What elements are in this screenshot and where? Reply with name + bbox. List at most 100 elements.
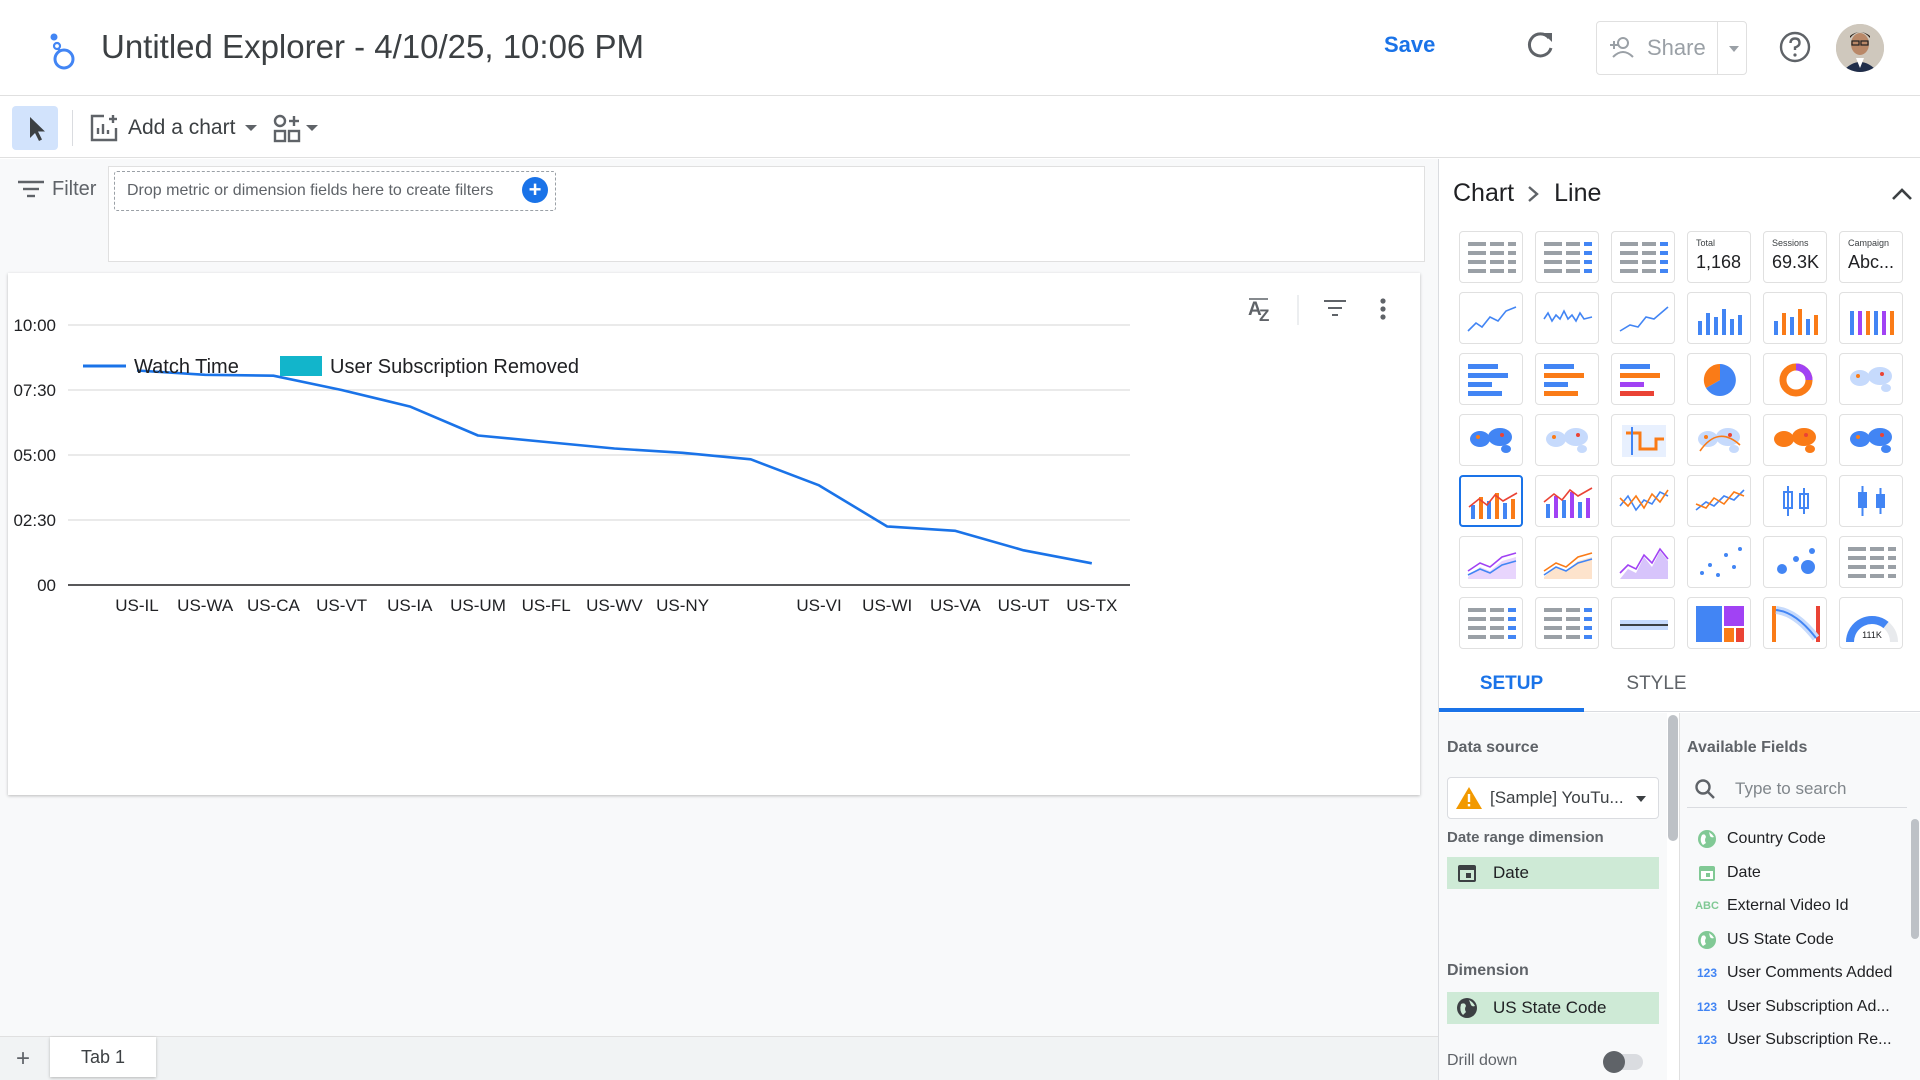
field-item[interactable]: 123 User Subscription Re...	[1687, 1025, 1917, 1055]
chart-type-option[interactable]	[1611, 536, 1675, 588]
field-search-input[interactable]: Type to search	[1687, 770, 1907, 808]
select-tool-button[interactable]	[12, 106, 58, 150]
looker-studio-logo-icon[interactable]	[44, 28, 80, 72]
chart-type-option[interactable]	[1535, 353, 1599, 405]
cursor-icon	[30, 117, 45, 141]
chart-type-picker: Total 1,168 Sessions 69.3K Campaign Abc... 111…	[1459, 231, 1919, 651]
chart-type-option[interactable]	[1459, 536, 1523, 588]
chart-type-option[interactable]: Sessions 69.3K	[1763, 231, 1827, 283]
chart-type-option[interactable]	[1611, 475, 1675, 527]
chart-type-option[interactable]	[1687, 292, 1751, 344]
chart-type-option[interactable]	[1611, 292, 1675, 344]
add-control-button[interactable]	[272, 110, 320, 146]
date-range-chip[interactable]: Date	[1447, 857, 1659, 889]
chart-type-option[interactable]	[1839, 414, 1903, 466]
refresh-icon[interactable]	[1522, 28, 1558, 64]
field-item[interactable]: 123 User Comments Added	[1687, 958, 1917, 988]
toolbar: Add a chart	[0, 96, 1920, 158]
chevron-right-icon	[1528, 185, 1539, 202]
filter-button[interactable]: Filter	[16, 177, 96, 201]
more-vert-icon[interactable]	[1380, 298, 1386, 320]
chart-type-option[interactable]	[1763, 292, 1827, 344]
filter-drop-zone[interactable]: Drop metric or dimension fields here to …	[114, 171, 556, 211]
chart-type-option[interactable]	[1459, 231, 1523, 283]
chart-filter-icon[interactable]	[1324, 300, 1346, 316]
chart-type-option[interactable]	[1763, 475, 1827, 527]
line-chart-card[interactable]: 10:00 07:30 05:00 02:30 00 US-IL US-WA US-CA US…	[8, 273, 1420, 795]
chevron-down-icon[interactable]	[1727, 44, 1741, 54]
report-title[interactable]: Untitled Explorer - 4/10/25, 10:06 PM	[101, 28, 644, 66]
sort-icon[interactable]: A Z	[1248, 298, 1269, 325]
chart-type-option[interactable]	[1535, 292, 1599, 344]
chart-type-option[interactable]	[1459, 292, 1523, 344]
date-field-icon	[1687, 862, 1727, 884]
chart-type-option[interactable]: Campaign Abc...	[1839, 231, 1903, 283]
share-button[interactable]: Share	[1596, 21, 1747, 75]
field-item[interactable]: 123 User Subscription Ad...	[1687, 992, 1917, 1022]
chart-type-option[interactable]	[1535, 231, 1599, 283]
chart-type-option[interactable]	[1687, 353, 1751, 405]
chart-type-option[interactable]	[1611, 597, 1675, 649]
chart-type-option[interactable]	[1839, 536, 1903, 588]
drill-down-toggle-knob[interactable]	[1603, 1051, 1625, 1073]
chart-type-option[interactable]	[1611, 414, 1675, 466]
tab-style[interactable]: STYLE	[1584, 656, 1729, 712]
scorecard-label: Sessions	[1772, 238, 1809, 248]
chart-type-option[interactable]	[1763, 597, 1827, 649]
filter-label: Filter	[52, 177, 97, 200]
avatar[interactable]	[1836, 24, 1884, 72]
field-name: Country Code	[1727, 830, 1826, 847]
chart-type-option[interactable]	[1687, 475, 1751, 527]
chart-type-option[interactable]	[1763, 414, 1827, 466]
chart-type-option-selected[interactable]	[1459, 475, 1523, 527]
chart-type-option[interactable]	[1763, 536, 1827, 588]
chart-type-option[interactable]	[1459, 597, 1523, 649]
x-tick-label: US-UM	[450, 596, 506, 615]
series-line-watch-time	[136, 369, 1093, 565]
chart-type-option[interactable]	[1459, 414, 1523, 466]
chevron-up-icon[interactable]	[1887, 179, 1917, 209]
dimension-label: Dimension	[1447, 962, 1529, 979]
setup-scrollbar[interactable]	[1668, 715, 1678, 841]
tab-setup[interactable]: SETUP	[1439, 656, 1584, 712]
chart-type-option[interactable]	[1839, 353, 1903, 405]
chart-type-option[interactable]	[1535, 597, 1599, 649]
chart-type-option[interactable]	[1687, 597, 1751, 649]
warning-icon	[1456, 787, 1482, 809]
chart-type-option[interactable]	[1459, 353, 1523, 405]
field-item[interactable]: ABC External Video Id	[1687, 891, 1917, 921]
field-item[interactable]: Country Code	[1687, 824, 1917, 854]
breadcrumb-root[interactable]: Chart	[1453, 179, 1514, 208]
save-button[interactable]: Save	[1384, 32, 1435, 58]
field-item[interactable]: Date	[1687, 858, 1917, 888]
data-source-select[interactable]: [Sample] YouTu...	[1447, 777, 1659, 819]
y-tick-label: 02:30	[13, 511, 56, 530]
x-tick-label: US-VI	[796, 596, 841, 615]
dimension-chip[interactable]: US State Code	[1447, 992, 1659, 1024]
chart-type-option[interactable]	[1763, 353, 1827, 405]
chart-type-option[interactable]	[1535, 536, 1599, 588]
fields-scrollbar[interactable]	[1911, 819, 1919, 939]
tab-page-1[interactable]: Tab 1	[50, 1037, 156, 1077]
chart-type-option[interactable]	[1687, 414, 1751, 466]
chart-type-option[interactable]: Total 1,168	[1687, 231, 1751, 283]
add-page-button[interactable]: +	[16, 1045, 30, 1073]
legend-swatch-subscription-removed	[280, 356, 322, 376]
x-tick-label: US-CA	[247, 596, 301, 615]
help-icon[interactable]	[1778, 30, 1812, 64]
scorecard-value: Abc...	[1848, 252, 1895, 272]
add-chart-button[interactable]: Add a chart	[88, 110, 259, 146]
chart-type-option[interactable]	[1839, 292, 1903, 344]
chart-type-option[interactable]: 111K	[1839, 597, 1903, 649]
chart-type-option[interactable]	[1611, 353, 1675, 405]
chart-type-option[interactable]	[1839, 475, 1903, 527]
add-filter-button[interactable]: +	[522, 177, 548, 203]
chart-type-option[interactable]	[1687, 536, 1751, 588]
chart-type-option[interactable]	[1535, 475, 1599, 527]
chart-type-option[interactable]	[1611, 231, 1675, 283]
chart-type-option[interactable]	[1535, 414, 1599, 466]
field-item[interactable]: US State Code	[1687, 925, 1917, 955]
x-tick-label: US-VT	[316, 596, 367, 615]
text-field-icon: ABC	[1695, 900, 1719, 912]
search-icon	[1695, 778, 1715, 799]
